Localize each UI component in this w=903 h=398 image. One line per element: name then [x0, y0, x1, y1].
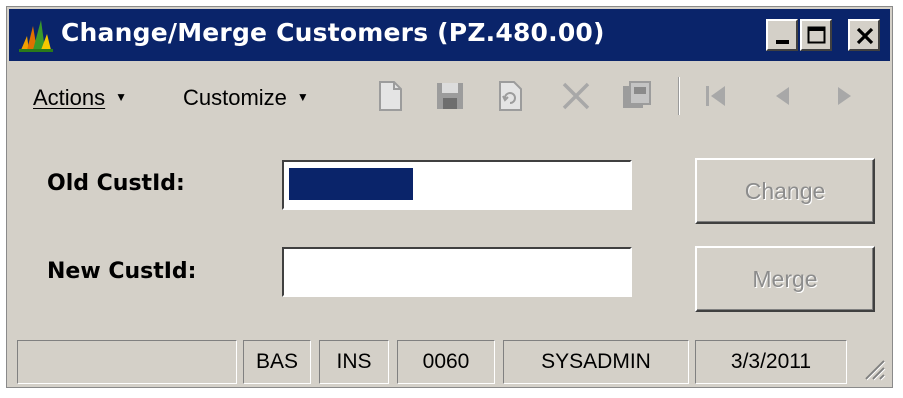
toolbar-separator [678, 77, 680, 115]
customize-menu[interactable]: Customize ▼ [183, 85, 309, 111]
text-selection-highlight [289, 168, 413, 200]
new-custid-input[interactable] [282, 247, 632, 297]
menu-toolbar: Actions ▼ Customize ▼ [9, 63, 890, 131]
merge-button[interactable]: Merge [695, 246, 875, 312]
status-mode: INS [319, 340, 389, 384]
refresh-icon[interactable] [493, 79, 527, 113]
close-icon [856, 27, 874, 45]
customize-dropdown-icon: ▼ [296, 90, 309, 104]
status-database: BAS [243, 340, 311, 384]
maximize-button[interactable] [800, 19, 832, 51]
status-user: SYSADMIN [503, 340, 689, 384]
close-button[interactable] [848, 19, 880, 51]
first-record-icon[interactable] [699, 79, 733, 113]
customize-menu-label: Customize [183, 85, 287, 110]
next-record-icon[interactable] [827, 79, 861, 113]
merge-button-label: Merge [752, 265, 818, 292]
new-custid-label: New CustId: [47, 259, 197, 284]
save-icon[interactable] [433, 79, 467, 113]
previous-record-icon[interactable] [765, 79, 799, 113]
actions-dropdown-icon: ▼ [115, 90, 128, 104]
status-message [17, 340, 237, 384]
old-custid-label: Old CustId: [47, 171, 185, 196]
app-icon [19, 20, 53, 52]
window-title: Change/Merge Customers (PZ.480.00) [61, 18, 605, 47]
status-company: 0060 [397, 340, 495, 384]
minimize-button[interactable] [766, 19, 798, 51]
status-date: 3/3/2011 [695, 340, 847, 384]
title-bar[interactable]: Change/Merge Customers (PZ.480.00) [9, 9, 890, 61]
status-bar: BAS INS 0060 SYSADMIN 3/3/2011 [9, 335, 890, 385]
change-button[interactable]: Change [695, 158, 875, 224]
delete-icon[interactable] [559, 79, 593, 113]
actions-menu[interactable]: Actions ▼ [33, 85, 127, 111]
maximize-icon [807, 26, 826, 44]
actions-menu-label: Actions [33, 85, 106, 110]
minimize-icon [776, 40, 789, 44]
resize-grip-icon[interactable] [860, 355, 886, 381]
change-merge-customers-window: Change/Merge Customers (PZ.480.00) Actio… [6, 6, 893, 388]
copy-icon[interactable] [619, 79, 653, 113]
new-icon[interactable] [373, 79, 407, 113]
change-button-label: Change [744, 177, 826, 204]
